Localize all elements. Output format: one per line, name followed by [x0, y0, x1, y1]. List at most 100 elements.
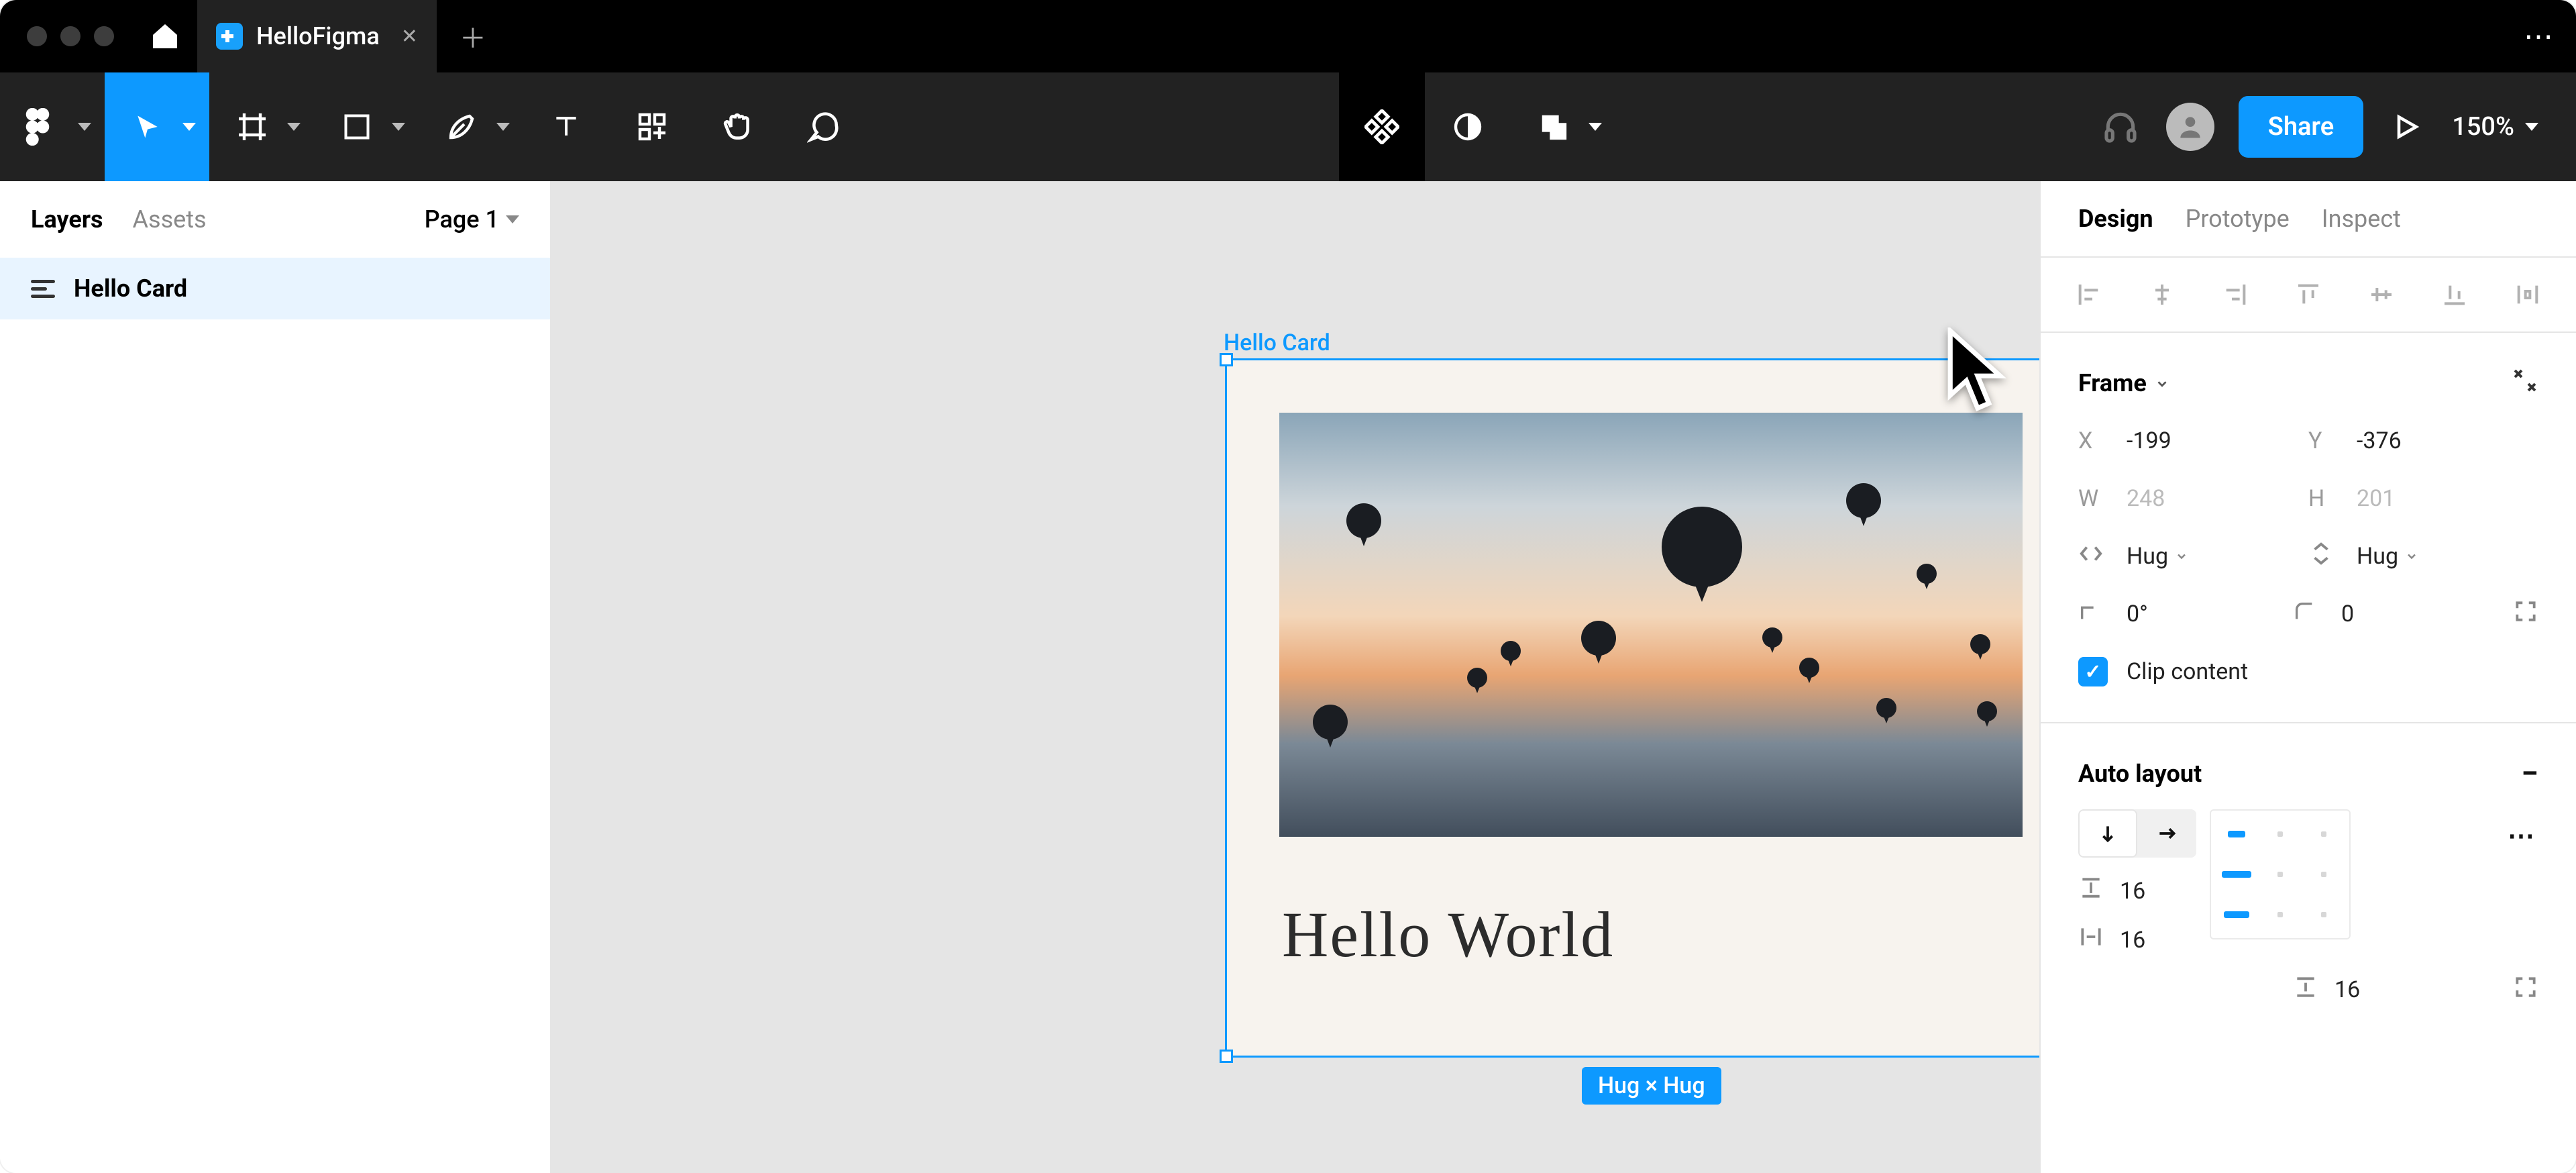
chevron-down-icon[interactable] — [2155, 369, 2169, 397]
w-value[interactable]: 248 — [2127, 485, 2165, 512]
autolayout-frame-icon — [31, 280, 55, 298]
w-label: W — [2078, 485, 2127, 512]
x-value[interactable]: -199 — [2127, 427, 2171, 454]
close-window-icon[interactable] — [27, 26, 47, 46]
pen-icon — [445, 111, 478, 143]
layer-name: Hello Card — [74, 274, 187, 303]
balloon-icon — [1876, 698, 1896, 718]
balloon-icon — [1467, 668, 1487, 688]
chevron-down-icon[interactable] — [2405, 550, 2418, 563]
align-top-icon[interactable] — [2292, 278, 2324, 311]
vresize-value[interactable]: Hug — [2357, 543, 2398, 570]
home-button[interactable] — [133, 0, 197, 72]
alignment-grid[interactable] — [2210, 809, 2351, 939]
alignment-controls — [2041, 258, 2576, 333]
union-icon — [1538, 111, 1569, 142]
balloon-icon — [1662, 507, 1742, 587]
minimize-window-icon[interactable] — [60, 26, 80, 46]
resize-to-fit-icon[interactable] — [2512, 367, 2538, 400]
audio-button[interactable] — [2088, 108, 2153, 146]
hresize-value[interactable]: Hug — [2127, 543, 2168, 570]
balloon-icon — [1346, 503, 1381, 538]
tab-close-button[interactable]: ✕ — [401, 25, 418, 48]
hand-tool-button[interactable] — [695, 72, 781, 181]
layer-row[interactable]: Hello Card — [0, 258, 550, 319]
chevron-down-icon — [506, 215, 519, 223]
spacing-icon — [2078, 875, 2104, 907]
direction-vertical-button[interactable] — [2078, 809, 2137, 858]
plugin-button[interactable] — [1339, 72, 1425, 181]
contrast-button[interactable] — [1425, 72, 1511, 181]
selected-frame[interactable]: Hello World — [1225, 358, 2039, 1058]
selection-label[interactable]: Hello Card — [1224, 329, 1330, 356]
direction-horizontal-button[interactable] — [2137, 809, 2196, 858]
chevron-down-icon[interactable] — [2175, 550, 2188, 563]
balloon-icon — [1581, 621, 1616, 656]
layers-tab[interactable]: Layers — [31, 205, 103, 234]
resize-handle-bl[interactable] — [1220, 1050, 1233, 1063]
clip-content-checkbox[interactable]: ✓ — [2078, 657, 2108, 686]
maximize-window-icon[interactable] — [94, 26, 114, 46]
user-avatar[interactable] — [2166, 103, 2214, 151]
rotation-value[interactable]: 0° — [2127, 601, 2148, 627]
align-right-icon[interactable] — [2219, 278, 2251, 311]
prototype-tab[interactable]: Prototype — [2186, 205, 2290, 233]
pen-tool-button[interactable] — [419, 72, 523, 181]
canvas[interactable]: Hello Card — [551, 181, 2039, 1173]
align-vcenter-icon[interactable] — [2365, 278, 2398, 311]
y-value[interactable]: -376 — [2357, 427, 2402, 454]
independent-padding-icon[interactable] — [2513, 974, 2538, 1006]
remove-autolayout-button[interactable]: − — [2521, 756, 2538, 792]
share-button[interactable]: Share — [2239, 96, 2364, 158]
h-value[interactable]: 201 — [2357, 485, 2395, 512]
padding-h-value[interactable]: 16 — [2120, 927, 2145, 954]
headphones-icon — [2102, 108, 2139, 146]
balloon-icon — [1501, 641, 1521, 661]
play-icon — [2392, 112, 2421, 142]
distribute-icon[interactable] — [2512, 278, 2544, 311]
comment-tool-button[interactable] — [781, 72, 867, 181]
independent-corners-icon[interactable] — [2513, 599, 2538, 630]
balloon-icon — [1313, 705, 1348, 740]
padding-v-value[interactable]: 16 — [2334, 976, 2360, 1003]
text-tool-button[interactable] — [523, 72, 609, 181]
app-menu-button[interactable]: ⋯ — [2504, 0, 2576, 72]
rotation-icon — [2078, 600, 2127, 629]
mouse-cursor — [1945, 327, 2010, 415]
autolayout-more-button[interactable]: ⋯ — [2508, 820, 2538, 852]
zoom-control[interactable]: 150% — [2438, 112, 2563, 142]
boolean-ops-button[interactable] — [1511, 72, 1615, 181]
align-bottom-icon[interactable] — [2438, 278, 2471, 311]
corner-radius-value[interactable]: 0 — [2341, 601, 2354, 627]
assets-tab[interactable]: Assets — [133, 205, 207, 234]
card-text: Hello World — [1282, 897, 1614, 972]
frame-tool-button[interactable] — [209, 72, 314, 181]
balloon-icon — [1977, 701, 1997, 721]
balloon-icon — [1970, 634, 1990, 654]
figma-logo-icon — [24, 108, 51, 146]
document-tab[interactable]: HelloFigma ✕ — [197, 0, 437, 72]
balloon-icon — [1799, 658, 1819, 678]
shape-tool-button[interactable] — [314, 72, 419, 181]
comment-icon — [807, 110, 841, 144]
cursor-icon — [133, 112, 162, 142]
design-panel: Design Prototype Inspect Frame — [2039, 181, 2576, 1173]
frame-section-title: Frame — [2078, 369, 2147, 397]
align-left-icon[interactable] — [2073, 278, 2105, 311]
balloon-icon — [1762, 627, 1782, 648]
resize-handle-tl[interactable] — [1220, 353, 1233, 366]
page-selector[interactable]: Page 1 — [425, 205, 519, 234]
clip-content-label: Clip content — [2127, 658, 2248, 685]
page-selector-label: Page 1 — [425, 205, 499, 234]
design-tab[interactable]: Design — [2078, 205, 2153, 233]
present-button[interactable] — [2374, 112, 2438, 142]
main-menu-button[interactable] — [0, 72, 105, 181]
inspect-tab[interactable]: Inspect — [2322, 205, 2401, 233]
align-hcenter-icon[interactable] — [2146, 278, 2178, 311]
resources-button[interactable] — [609, 72, 695, 181]
new-tab-button[interactable]: ＋ — [437, 0, 509, 72]
card-image — [1279, 413, 2023, 837]
text-icon — [551, 112, 581, 142]
move-tool-button[interactable] — [105, 72, 209, 181]
spacing-value[interactable]: 16 — [2120, 878, 2145, 905]
